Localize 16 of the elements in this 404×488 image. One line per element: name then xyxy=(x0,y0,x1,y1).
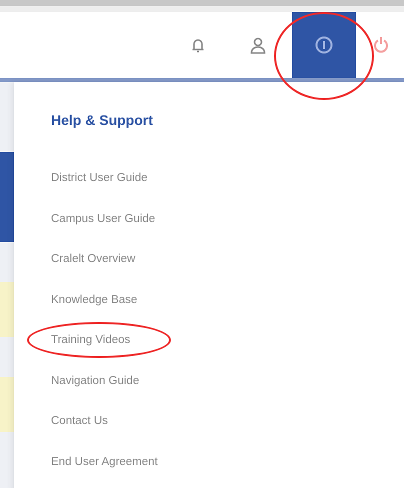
menu-item[interactable]: Training Videos xyxy=(51,334,130,346)
menu-item[interactable]: Campus User Guide xyxy=(51,212,156,224)
bell-icon xyxy=(191,37,205,53)
menu-item[interactable]: District User Guide xyxy=(51,172,148,184)
menu-item[interactable]: Knowledge Base xyxy=(51,294,138,306)
menu-item[interactable]: End User Agreement xyxy=(51,456,158,468)
help-button[interactable] xyxy=(292,12,356,78)
info-icon xyxy=(315,36,333,54)
power-icon xyxy=(374,36,388,54)
menu-item[interactable]: Contact Us xyxy=(51,415,108,427)
menu-item[interactable]: Navigation Guide xyxy=(51,374,140,386)
table-row xyxy=(0,282,14,337)
menu-item[interactable]: Cralelt Overview xyxy=(51,253,136,265)
table-row xyxy=(0,377,14,432)
menu-title: Help & Support xyxy=(51,112,154,128)
person-icon xyxy=(250,36,266,54)
